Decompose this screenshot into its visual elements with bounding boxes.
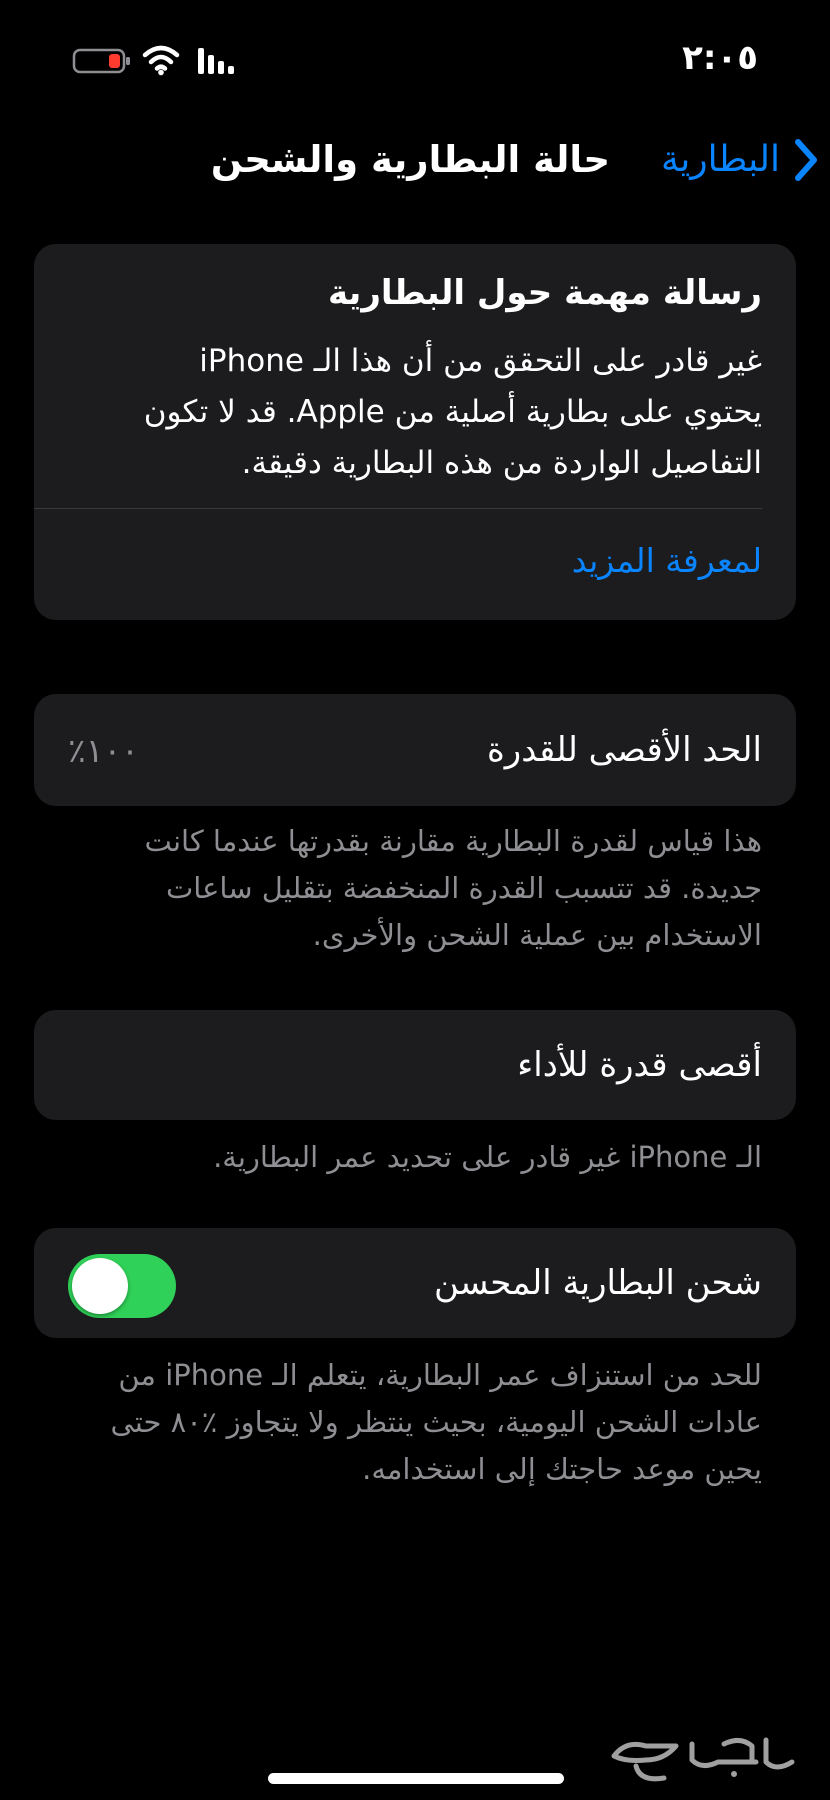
page-title: حالة البطارية والشحن <box>210 138 610 181</box>
battery-message-line: غير قادر على التحقق من أن هذا الـ iPhone <box>199 343 762 379</box>
footnote-line: يحين موعد حاجتك إلى استخدامه. <box>362 1452 762 1486</box>
divider <box>34 508 762 509</box>
battery-message-line: يحتوي على بطارية أصلية من Apple. قد لا ت… <box>143 394 762 430</box>
footnote-line: هذا قياس لقدرة البطارية مقارنة بقدرتها ع… <box>144 824 762 858</box>
optimized-charging-toggle[interactable] <box>68 1254 176 1318</box>
footnote-line: الاستخدام بين عملية الشحن والأخرى. <box>312 918 762 952</box>
footnote-line: عادات الشحن اليومية، بحيث ينتظر ولا يتجا… <box>110 1405 762 1439</box>
home-indicator[interactable] <box>268 1773 564 1784</box>
learn-more-link[interactable]: لمعرفة المزيد <box>362 534 762 588</box>
maximum-capacity-row: الحد الأقصى للقدرة ٪١٠٠ <box>34 694 796 806</box>
optimized-charging-row: شحن البطارية المحسن <box>34 1228 796 1338</box>
toggle-knob <box>72 1258 128 1314</box>
battery-low-icon <box>72 48 130 74</box>
status-time: ٢:٠٥ <box>682 38 758 78</box>
battery-message-card: رسالة مهمة حول البطارية غير قادر على الت… <box>34 244 796 620</box>
back-button[interactable]: البطارية <box>620 128 820 192</box>
optimized-charging-label: شحن البطارية المحسن <box>434 1263 762 1303</box>
wifi-icon <box>142 45 180 76</box>
maximum-capacity-label: الحد الأقصى للقدرة <box>486 730 762 770</box>
peak-performance-label: أقصى قدرة للأداء <box>517 1045 762 1085</box>
battery-message-title: رسالة مهمة حول البطارية <box>327 273 762 313</box>
maximum-capacity-value: ٪١٠٠ <box>68 730 139 770</box>
back-button-label: البطارية <box>660 139 780 180</box>
peak-performance-footnote: الـ iPhone غير قادر على تحديد عمر البطار… <box>213 1140 762 1174</box>
peak-performance-row: أقصى قدرة للأداء <box>34 1010 796 1120</box>
chevron-left-icon <box>795 139 817 181</box>
haraj-watermark-logo <box>611 1737 795 1782</box>
footnote-line: للحد من استنزاف عمر البطارية، يتعلم الـ … <box>118 1358 762 1392</box>
optimized-charging-footnote: للحد من استنزاف عمر البطارية، يتعلم الـ … <box>52 1352 762 1493</box>
battery-message-body: غير قادر على التحقق من أن هذا الـ iPhone… <box>62 336 762 489</box>
cellular-signal-icon <box>198 48 234 74</box>
maximum-capacity-footnote: هذا قياس لقدرة البطارية مقارنة بقدرتها ع… <box>52 818 762 959</box>
battery-message-line: التفاصيل الواردة من هذه البطارية دقيقة. <box>241 445 762 481</box>
footnote-line: جديدة. قد تتسبب القدرة المنخفضة بتقليل س… <box>165 871 762 905</box>
